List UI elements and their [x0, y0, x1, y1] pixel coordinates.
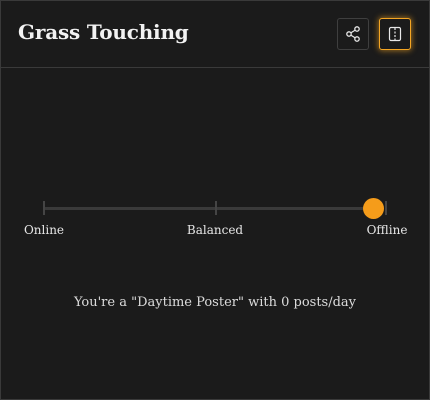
slider-track[interactable] — [44, 207, 374, 210]
grass-touching-card: Grass Touching Online Balanced Offline Y… — [0, 0, 430, 400]
card-title: Grass Touching — [18, 20, 189, 44]
stop-label-offline[interactable]: Offline — [367, 223, 408, 237]
share-button[interactable] — [337, 18, 369, 50]
slider-tick-offline — [385, 201, 387, 215]
poster-type-summary: You're a "Daytime Poster" with 0 posts/d… — [73, 295, 357, 310]
slider-tick-online — [43, 201, 45, 215]
stop-label-balanced[interactable]: Balanced — [187, 223, 243, 237]
slider-tick-balanced — [215, 201, 217, 215]
stop-label-online[interactable]: Online — [24, 223, 64, 237]
split-view-icon — [387, 26, 403, 42]
share-icon — [345, 26, 361, 42]
split-view-button[interactable] — [379, 18, 411, 50]
card-header: Grass Touching — [1, 1, 429, 68]
activity-slider[interactable]: Online Balanced Offline — [1, 191, 429, 241]
slider-thumb[interactable] — [363, 198, 384, 219]
